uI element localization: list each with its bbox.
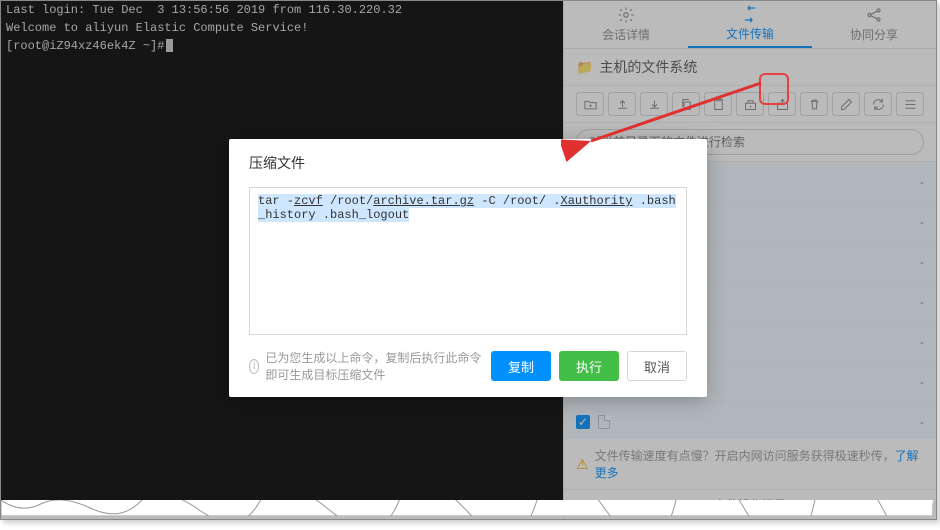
list-view-button[interactable] [896,92,924,116]
info-icon: i [249,359,259,374]
run-button[interactable]: 执行 [559,351,619,381]
tab-share[interactable]: 协同分享 [812,1,936,48]
notice-text: 文件传输速度有点慢？开启内网访问服务获得极速秒传， [595,449,895,463]
paste-button[interactable] [704,92,732,116]
copy-button[interactable] [672,92,700,116]
terminal-line: Last login: Tue Dec 3 13:56:56 2019 from… [6,1,558,19]
file-size: - [920,335,924,349]
upload-button[interactable] [608,92,636,116]
compress-button[interactable] [736,92,764,116]
cursor-icon [166,39,173,52]
side-tabs: 会话详情 文件传输 协同分享 [564,1,936,49]
file-size: - [920,175,924,189]
edit-button[interactable] [832,92,860,116]
terminal-line: Welcome to aliyun Elastic Compute Servic… [6,19,558,37]
modal-title: 压缩文件 [229,139,707,187]
tab-label: 文件传输 [726,25,774,42]
new-folder-button[interactable] [576,92,604,116]
file-size: - [920,255,924,269]
tab-label: 协同分享 [850,26,898,43]
terminal-prompt: [root@iZ94xz46ek4Z ~]# [6,37,558,55]
download-button[interactable] [640,92,668,116]
share-icon [865,6,883,24]
tab-label: 会话详情 [602,26,650,43]
command-textarea[interactable]: tar -zcvf /root/archive.tar.gz -C /root/… [249,187,687,335]
tab-file-transfer[interactable]: 文件传输 [688,1,812,48]
delete-button[interactable] [800,92,828,116]
gear-icon [617,6,635,24]
refresh-button[interactable] [864,92,892,116]
file-checkbox[interactable]: ✓ [576,415,590,429]
file-size: - [920,215,924,229]
cancel-button[interactable]: 取消 [627,351,687,381]
file-row[interactable]: ✓- [564,402,936,439]
folder-icon: 📁 [576,59,593,76]
file-toolbar [564,86,936,123]
file-size: - [920,295,924,309]
compress-modal: 压缩文件 tar -zcvf /root/archive.tar.gz -C /… [229,139,707,397]
warning-icon: ⚠ [576,456,589,473]
modal-hint: i 已为您生成以上命令，复制后执行此命令即可生成目标压缩文件 [249,349,483,383]
extract-button[interactable] [768,92,796,116]
file-size: - [920,415,924,429]
section-title: 📁 主机的文件系统 [564,49,936,86]
file-size: - [920,375,924,389]
transfer-icon [741,5,759,23]
tab-session-details[interactable]: 会话详情 [564,1,688,48]
torn-edge-decoration [1,500,933,516]
file-icon [598,415,610,429]
copy-button[interactable]: 复制 [491,351,551,381]
transfer-notice: ⚠ 文件传输速度有点慢？开启内网访问服务获得极速秒传，了解更多 [564,439,936,489]
